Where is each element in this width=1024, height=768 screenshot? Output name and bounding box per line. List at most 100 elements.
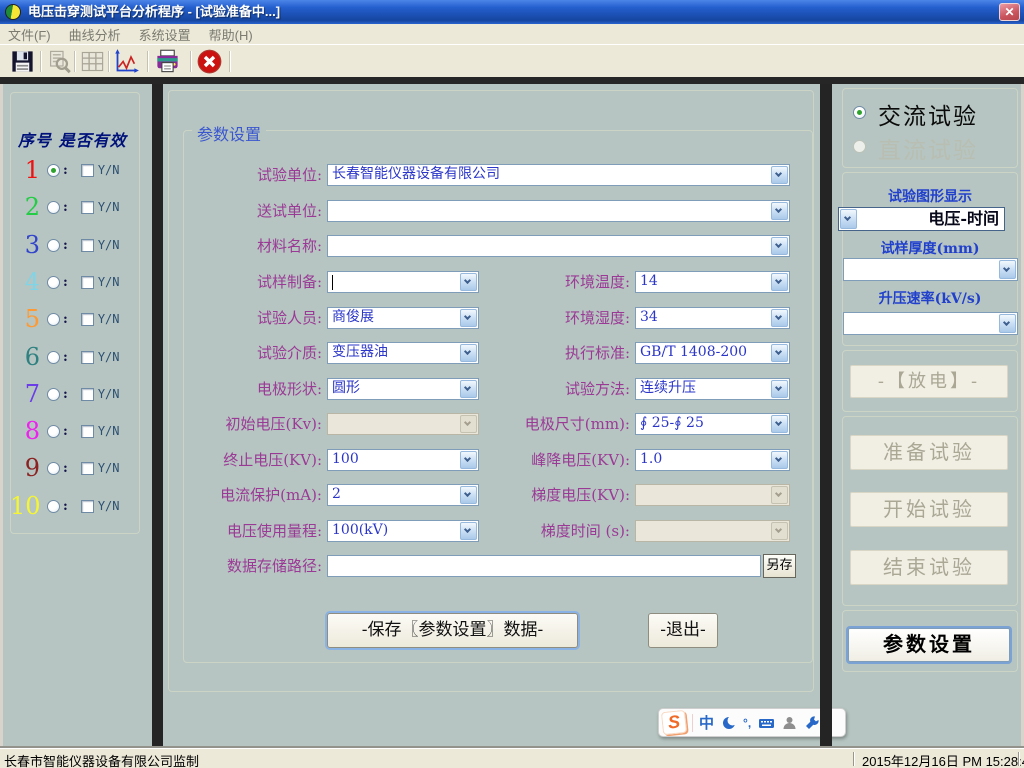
voltage-range-combobox[interactable]: 100(kV) [327,520,479,542]
chevron-down-icon[interactable] [460,344,477,362]
chevron-down-icon[interactable] [771,166,788,184]
valid-checkbox[interactable] [81,313,94,326]
sequence-radio[interactable] [47,388,60,401]
valid-checkbox[interactable] [81,201,94,214]
combobox-value [848,259,997,280]
sequence-row-9: 9 : Y/N [10,455,140,481]
sequence-radio[interactable] [47,425,60,438]
moon-icon[interactable] [721,715,737,731]
status-bar: 长春市智能仪器设备有限公司监制 2015年12月16日 PM 15:28:41 [0,748,1024,768]
sample-thickness-combobox[interactable] [843,258,1018,281]
valid-checkbox[interactable] [81,351,94,364]
valid-label: Y/N [98,499,120,513]
sending-unit-label: 送试单位: [178,200,322,222]
ac-test-radio[interactable] [853,106,866,119]
export-table-icon[interactable] [79,48,106,75]
keyboard-icon[interactable] [758,715,775,731]
chevron-down-icon [460,415,477,433]
combobox-value [332,272,458,292]
sequence-radio[interactable] [47,164,60,177]
valid-checkbox[interactable] [81,462,94,475]
curve-chart-icon[interactable] [113,48,140,75]
sequence-radio[interactable] [47,462,60,475]
chevron-down-icon[interactable] [771,415,788,433]
wrench-icon[interactable] [804,715,820,731]
sequence-radio[interactable] [47,276,60,289]
chevron-down-icon[interactable] [840,209,857,229]
valid-checkbox[interactable] [81,388,94,401]
material-name-combobox[interactable] [327,235,790,257]
chevron-down-icon[interactable] [460,309,477,327]
graph-type-combobox[interactable]: 电压-时间 [838,207,1005,231]
chinese-mode-icon[interactable]: 中 [699,712,714,733]
ambient-temp-combobox[interactable]: 14 [635,271,790,293]
valid-label: Y/N [98,350,120,364]
menu-item-help[interactable]: 帮助(H) [209,25,253,44]
chevron-down-icon[interactable] [460,451,477,469]
valid-checkbox[interactable] [81,425,94,438]
end-voltage-label: 终止电压(KV): [178,449,322,471]
electrode-shape-combobox[interactable]: 圆形 [327,378,479,400]
chevron-down-icon[interactable] [460,522,477,540]
peak-drop-voltage-combobox[interactable]: 1.0 [635,449,790,471]
print-preview-icon[interactable] [45,48,72,75]
sample-prep-combobox[interactable] [327,271,479,293]
valid-label: Y/N [98,461,120,475]
humidity-combobox[interactable]: 34 [635,307,790,329]
sequence-radio[interactable] [47,351,60,364]
sequence-number: 6 [10,344,40,370]
save-as-button[interactable]: 另存 [763,554,796,578]
save-icon[interactable] [9,48,36,75]
sequence-radio[interactable] [47,500,60,513]
chevron-down-icon[interactable] [771,451,788,469]
current-protection-combobox[interactable]: 2 [327,484,479,506]
panel-divider-right [820,84,832,746]
close-icon[interactable]: ✕ [999,3,1020,21]
valid-checkbox[interactable] [81,164,94,177]
sending-unit-combobox[interactable] [327,200,790,222]
chevron-down-icon[interactable] [999,314,1016,333]
data-path-input[interactable] [327,555,761,577]
stop-icon[interactable] [196,48,223,75]
colon: : [63,312,68,327]
exit-button[interactable]: -退出- [648,613,718,648]
menu-item-system-settings[interactable]: 系统设置 [139,25,191,44]
menu-item-curve-analysis[interactable]: 曲线分析 [69,25,121,44]
print-icon[interactable] [154,48,181,75]
sequence-radio[interactable] [47,313,60,326]
operator-combobox[interactable]: 商俊展 [327,307,479,329]
chevron-down-icon[interactable] [771,344,788,362]
chevron-down-icon[interactable] [771,380,788,398]
standard-combobox[interactable]: GB/T 1408-200 [635,342,790,364]
test-method-combobox[interactable]: 连续升压 [635,378,790,400]
valid-checkbox[interactable] [81,239,94,252]
end-voltage-combobox[interactable]: 100 [327,449,479,471]
chevron-down-icon[interactable] [771,309,788,327]
ac-test-label[interactable]: 交流试验 [878,97,978,131]
chevron-down-icon[interactable] [771,273,788,291]
combobox-value: 34 [640,308,769,328]
ramp-rate-combobox[interactable] [843,312,1018,335]
test-unit-combobox[interactable]: 长春智能仪器设备有限公司 [327,164,790,186]
chevron-down-icon[interactable] [460,486,477,504]
valid-checkbox[interactable] [81,276,94,289]
test-medium-combobox[interactable]: 变压器油 [327,342,479,364]
person-icon[interactable] [782,715,797,731]
chevron-down-icon[interactable] [460,380,477,398]
electrode-size-combobox[interactable]: ∮ 25-∮ 25 [635,413,790,435]
sequence-radio[interactable] [47,201,60,214]
save-params-button[interactable]: -保存〖参数设置〗数据- [327,613,578,648]
punctuation-icon[interactable]: °, [743,716,751,730]
sequence-radio[interactable] [47,239,60,252]
chevron-down-icon[interactable] [771,237,788,255]
param-settings-button[interactable]: 参数设置 [848,628,1010,662]
colon: : [63,238,68,253]
chevron-down-icon[interactable] [460,273,477,291]
sequence-number: 8 [10,418,40,444]
menu-item-file[interactable]: 文件(F) [8,25,51,44]
valid-checkbox[interactable] [81,500,94,513]
peak-drop-voltage-label: 峰降电压(KV): [480,449,630,471]
chevron-down-icon[interactable] [999,260,1016,279]
sogou-logo-icon[interactable]: S [661,710,687,735]
chevron-down-icon[interactable] [771,202,788,220]
